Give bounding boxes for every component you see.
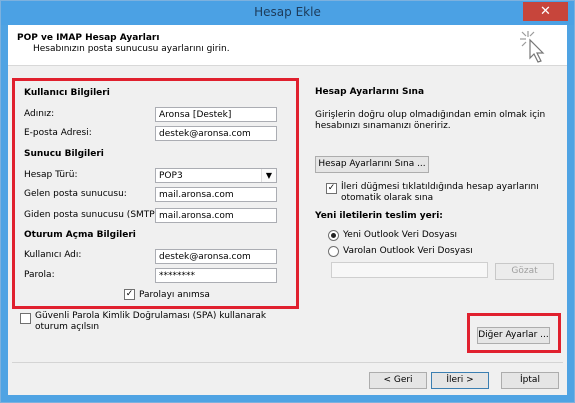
existing-data-file-radio[interactable] <box>328 246 339 257</box>
spa-label-line1: Güvenli Parola Kimlik Doğrulaması (SPA) … <box>35 311 267 321</box>
remember-password-checkbox[interactable]: ✓ <box>124 289 135 300</box>
new-data-file-label: Yeni Outlook Veri Dosyası <box>343 230 458 240</box>
incoming-server-field[interactable]: mail.aronsa.com <box>155 187 277 202</box>
chevron-down-icon[interactable]: ▼ <box>261 169 276 182</box>
dialog-client: POP ve IMAP Hesap Ayarları Hesabınızın p… <box>8 25 567 395</box>
outgoing-server-field[interactable]: mail.aronsa.com <box>155 208 277 223</box>
page-title: POP ve IMAP Hesap Ayarları <box>17 33 160 43</box>
email-label: E-posta Adresi: <box>24 128 92 138</box>
name-field[interactable]: Aronsa [Destek] <box>155 107 277 122</box>
title-bar: Hesap Ekle ✕ <box>1 1 574 25</box>
server-info-heading: Sunucu Bilgileri <box>24 149 104 159</box>
name-label: Adınız: <box>24 109 55 119</box>
test-description-line2: hesabınızı sınamanızı öneririz. <box>315 121 451 131</box>
spa-checkbox[interactable] <box>20 313 31 324</box>
auto-test-label-line2: otomatik olarak sına <box>341 193 434 203</box>
email-field[interactable]: destek@aronsa.com <box>155 126 277 141</box>
data-file-path-field[interactable] <box>331 262 488 278</box>
add-account-window: Hesap Ekle ✕ POP ve IMAP Hesap Ayarları … <box>0 0 575 403</box>
existing-data-file-label: Varolan Outlook Veri Dosyası <box>343 246 473 256</box>
footer-divider <box>12 362 563 363</box>
browse-button[interactable]: Gözat <box>495 263 554 280</box>
auto-test-label-line1: İleri düğmesi tıklatıldığında hesap ayar… <box>341 182 539 192</box>
test-account-settings-button[interactable]: Hesap Ayarlarını Sına ... <box>315 156 429 173</box>
test-settings-heading: Hesap Ayarlarını Sına <box>315 87 425 97</box>
username-field[interactable]: destek@aronsa.com <box>155 249 277 264</box>
account-type-select[interactable]: POP3 ▼ <box>155 168 277 183</box>
new-data-file-radio[interactable] <box>328 230 339 241</box>
test-description-line1: Girişlerin doğru olup olmadığından emin … <box>315 110 546 120</box>
spa-label-line2: oturum açılsın <box>35 322 100 332</box>
remember-password-label: Parolayı anımsa <box>139 290 210 300</box>
more-settings-button[interactable]: Diğer Ayarlar ... <box>477 327 550 344</box>
incoming-server-label: Gelen posta sunucusu: <box>24 189 127 199</box>
cancel-button[interactable]: İptal <box>501 372 559 389</box>
window-title: Hesap Ekle <box>254 5 321 19</box>
next-button[interactable]: İleri > <box>431 372 489 389</box>
account-type-value: POP3 <box>159 171 183 181</box>
password-label: Parola: <box>24 270 55 280</box>
wizard-header: POP ve IMAP Hesap Ayarları Hesabınızın p… <box>8 25 567 66</box>
user-info-heading: Kullanıcı Bilgileri <box>24 88 110 98</box>
cursor-click-icon <box>520 31 545 63</box>
username-label: Kullanıcı Adı: <box>24 250 82 260</box>
outgoing-server-label: Giden posta sunucusu (SMTP): <box>24 210 162 220</box>
delivery-heading: Yeni iletilerin teslim yeri: <box>315 211 443 221</box>
auto-test-checkbox[interactable]: ✓ <box>326 183 337 194</box>
logon-info-heading: Oturum Açma Bilgileri <box>24 230 136 240</box>
close-button[interactable]: ✕ <box>523 2 568 21</box>
password-field[interactable]: ******** <box>155 268 277 283</box>
page-subtitle: Hesabınızın posta sunucusu ayarlarını gi… <box>33 44 230 54</box>
account-type-label: Hesap Türü: <box>24 170 78 180</box>
back-button[interactable]: < Geri <box>369 372 427 389</box>
